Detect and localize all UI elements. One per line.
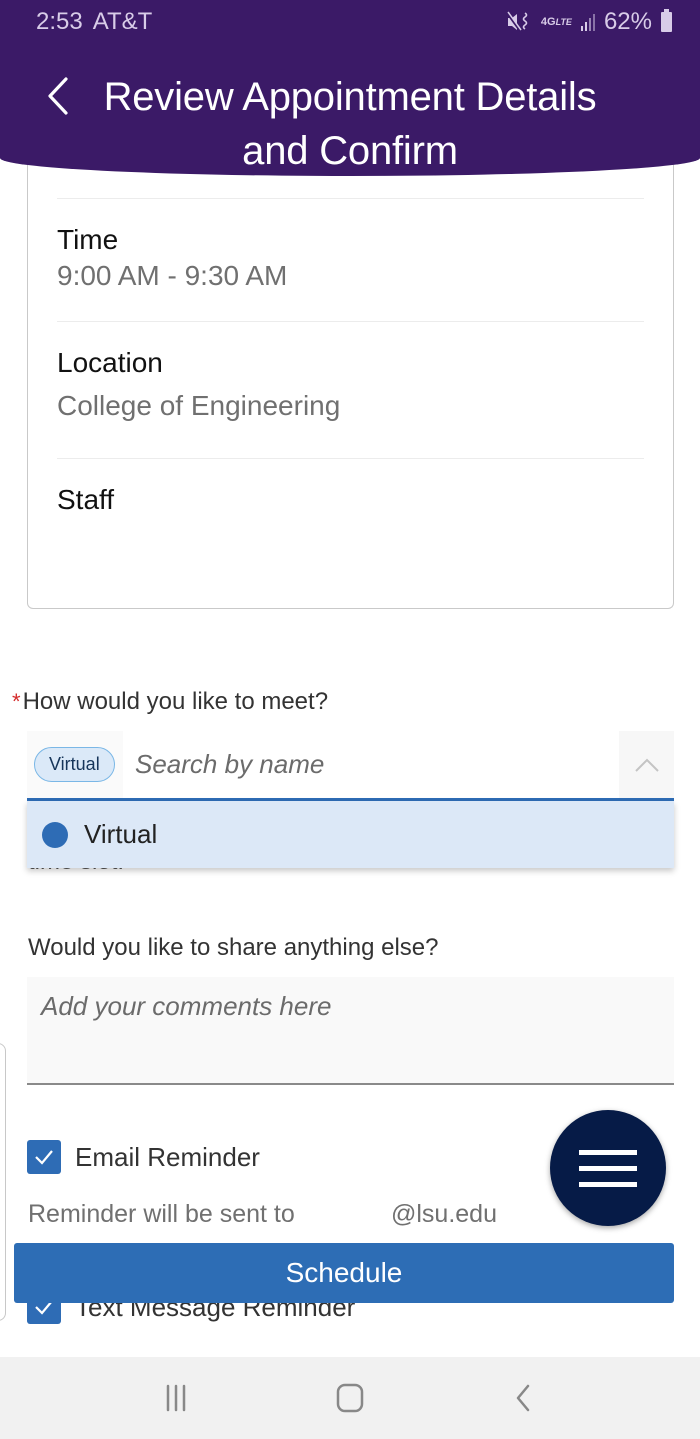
dropdown-toggle-button[interactable] <box>619 731 674 798</box>
system-back-button[interactable] <box>493 1368 553 1428</box>
back-button[interactable] <box>38 74 78 118</box>
signal-icon <box>580 13 595 31</box>
time-label: Time <box>57 224 119 255</box>
page-title: Review Appointment Details and Confirm <box>103 75 597 173</box>
location-label: Location <box>57 347 163 378</box>
reminder-note: Reminder will be sent to <box>28 1200 295 1228</box>
checkmark-icon <box>35 1150 53 1165</box>
meeting-question: How would you like to meet? <box>22 688 329 715</box>
system-nav-bar <box>0 1357 700 1439</box>
side-panel-edge <box>0 1043 6 1321</box>
status-bar: 2:53 AT&T 4G LTE 62% <box>0 0 700 44</box>
comments-textarea[interactable] <box>27 977 674 1085</box>
meeting-type-label: *How would you like to meet? <box>12 688 328 716</box>
network-subtype: LTE <box>555 17 572 27</box>
4g-lte-icon: 4G LTE <box>540 16 572 28</box>
battery-icon <box>661 9 672 32</box>
schedule-button[interactable]: Schedule <box>14 1243 674 1303</box>
search-input[interactable] <box>123 731 619 798</box>
status-carrier: AT&T <box>92 8 153 35</box>
reminder-email: @lsu.edu <box>391 1200 497 1228</box>
menu-fab-button[interactable] <box>550 1110 666 1226</box>
app-header: Review Appointment Details and Confirm <box>0 44 700 176</box>
divider <box>57 198 644 199</box>
home-button[interactable] <box>320 1368 380 1428</box>
home-icon <box>336 1383 364 1413</box>
divider <box>57 321 644 322</box>
location-value: College of Engineering <box>57 390 341 421</box>
selected-chip-virtual[interactable]: Virtual <box>34 747 115 782</box>
network-type: 4G <box>540 16 556 28</box>
hamburger-menu-icon <box>579 1150 637 1187</box>
mute-vibrate-icon <box>506 11 532 33</box>
staff-label: Staff <box>57 484 115 515</box>
chevron-up-icon <box>634 758 659 772</box>
status-time: 2:53 <box>36 8 83 35</box>
meeting-type-select[interactable]: Virtual <box>27 731 674 801</box>
divider <box>57 458 644 459</box>
appointment-details-card: Time 9:00 AM - 9:30 AM Location College … <box>27 150 674 609</box>
recent-apps-button[interactable] <box>147 1368 207 1428</box>
option-virtual[interactable]: Virtual <box>27 801 674 868</box>
comments-label: Would you like to share anything else? <box>28 934 439 961</box>
option-label: Virtual <box>84 819 158 849</box>
recent-apps-icon <box>166 1384 185 1412</box>
status-left: 2:53 AT&T <box>36 8 152 36</box>
option-color-dot <box>42 821 68 848</box>
selected-tags: Virtual <box>27 731 123 798</box>
time-value: 9:00 AM - 9:30 AM <box>57 260 288 291</box>
status-right: 4G LTE 62% <box>506 8 672 36</box>
required-marker: * <box>12 689 21 714</box>
chevron-left-icon <box>48 77 68 115</box>
battery-percent: 62% <box>603 8 652 35</box>
email-reminder-checkbox[interactable] <box>27 1140 61 1174</box>
meeting-options-list: Virtual <box>27 801 674 868</box>
email-reminder-label: Email Reminder <box>75 1142 260 1172</box>
back-icon <box>517 1384 530 1412</box>
